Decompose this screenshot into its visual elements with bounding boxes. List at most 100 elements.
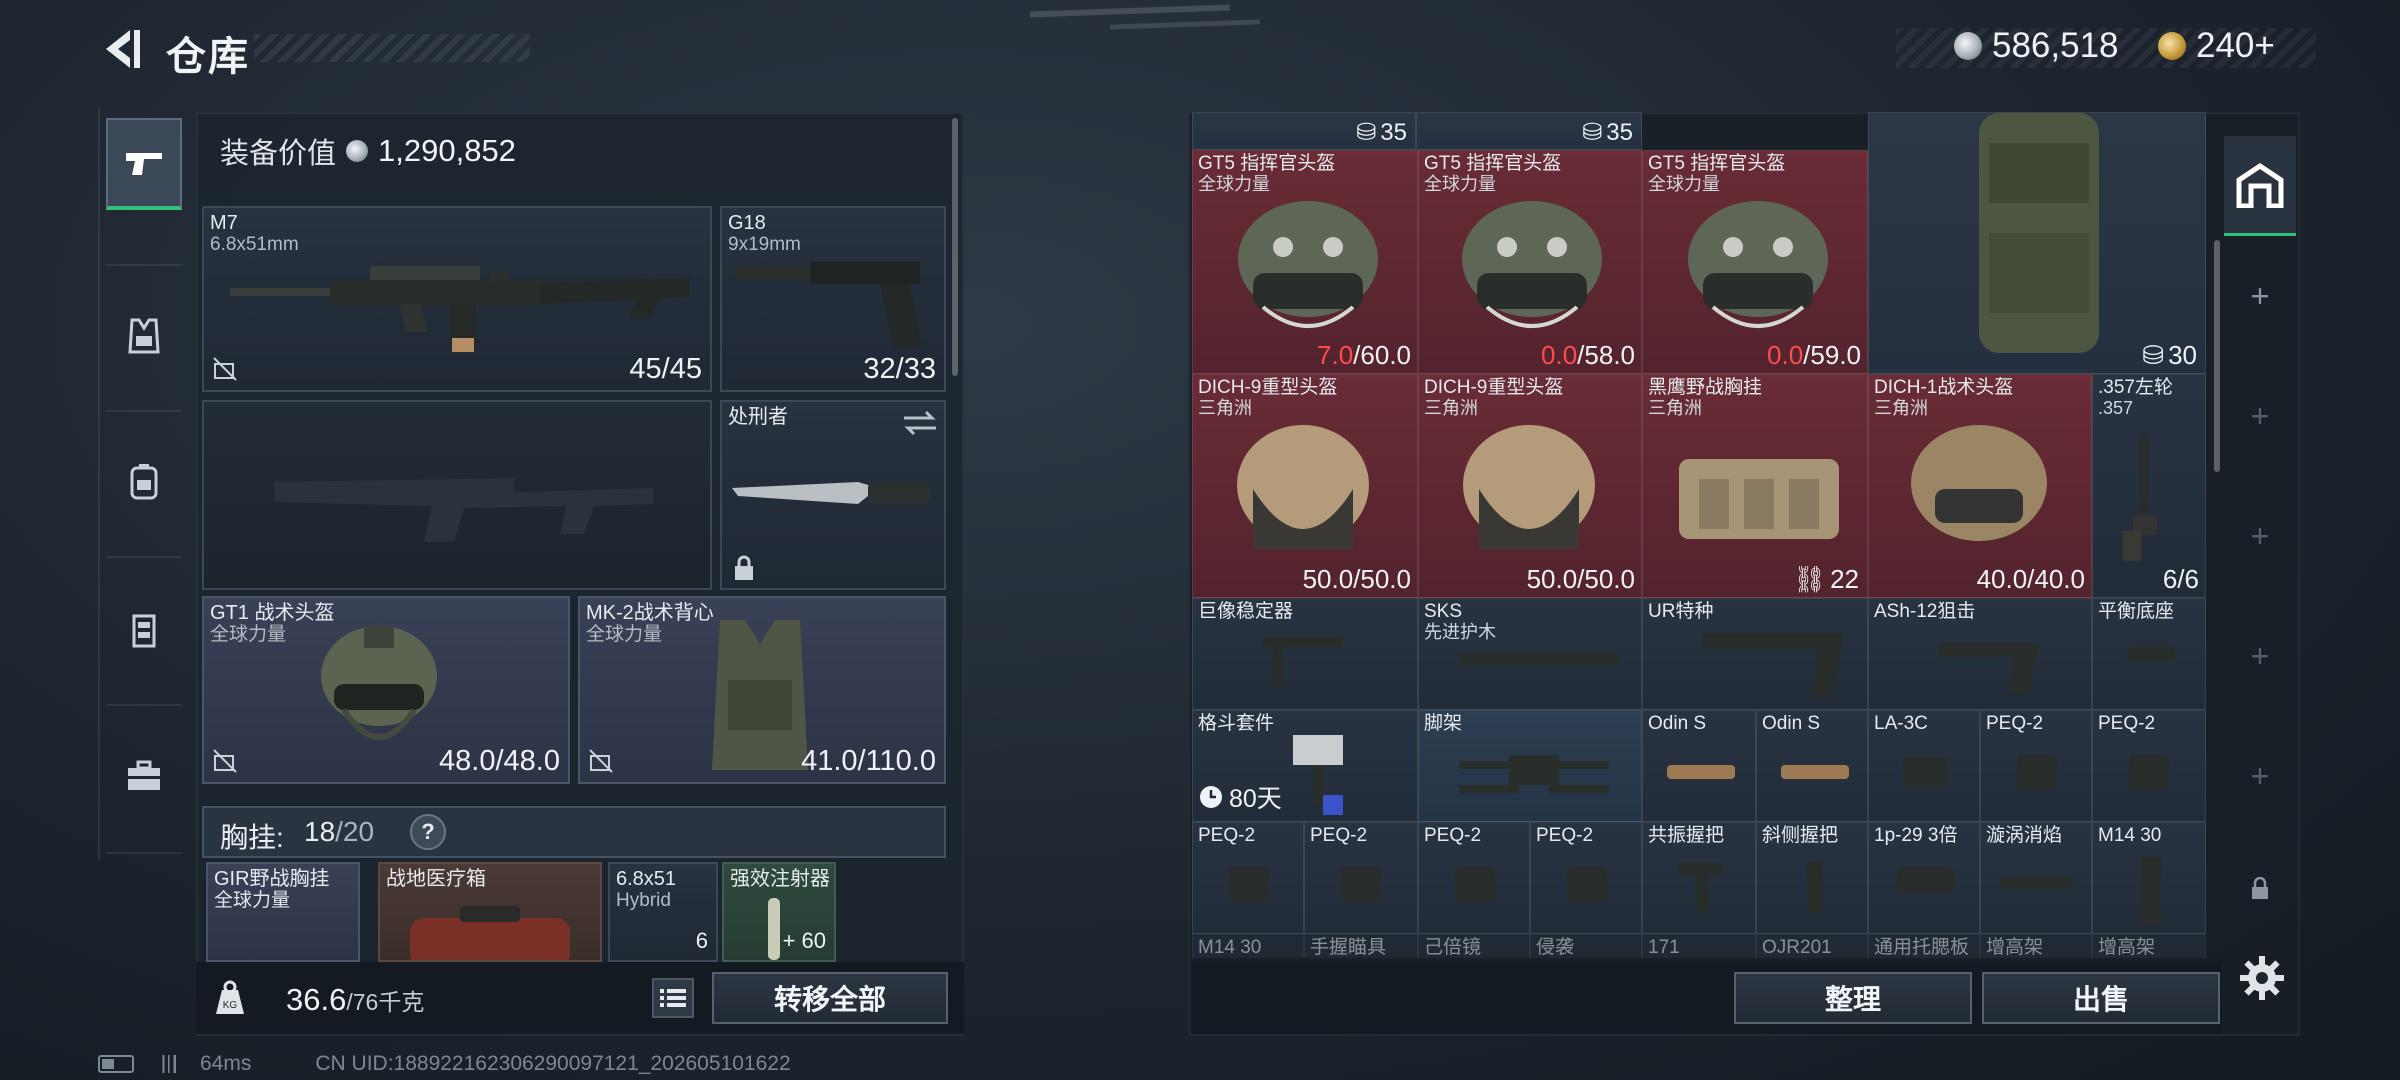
item-name: Odin S [1648,713,1707,734]
stash-item[interactable]: 171 [1642,934,1756,958]
sell-button[interactable]: 出售 [1982,972,2220,1024]
item-sub: 全球力量 [214,890,291,911]
chest-item[interactable]: 战地医疗箱 [378,862,602,962]
durability-max: /58.0 [1577,340,1635,370]
laser-image [1781,765,1849,779]
helmet-slot[interactable]: GT1 战术头盔 全球力量 48.0/48.0 [202,596,570,784]
weight-small-icon: ⛁ [1356,119,1377,146]
stash-item[interactable]: Odin S [1642,710,1756,822]
stash-item[interactable]: 巨像稳定器 [1192,598,1418,710]
chest-item[interactable]: 6.8x51 Hybrid 6 [608,862,718,962]
stash-item[interactable]: UR特种 [1642,598,1868,710]
stash-item-helmet[interactable]: GT5 指挥官头盔 全球力量 7.0/60.0 [1192,150,1418,374]
stash-item[interactable]: Odin S [1756,710,1868,822]
stash-item[interactable]: 侵袭 [1530,934,1642,958]
stash-item-helmet[interactable]: DICH-1战术头盔 三角洲 40.0/40.0 [1868,374,2092,598]
stash-item[interactable]: 斜侧握把 [1756,822,1868,934]
swap-icon[interactable] [902,410,938,436]
weapon-ammo: 32/33 [863,353,936,385]
tab-add-container[interactable]: + [2224,746,2296,806]
stash-item[interactable]: PEQ-2 [1980,710,2092,822]
stash-item-backpack[interactable]: ⛁ 30 [1868,112,2206,374]
stash-scrollbar[interactable] [2214,240,2220,472]
item-capacity: ⛓ 22 [1793,564,1859,595]
stash-item[interactable]: ASh-12狙击 [1868,598,2092,710]
stash-item[interactable]: M14 30 [1192,934,1304,958]
stash-item[interactable]: ⛁ 35 [1192,112,1416,150]
timer-value: 80天 [1229,785,1282,813]
kit-image [1293,735,1343,815]
primary-weapon-slot[interactable]: M7 6.8x51mm 45/45 [202,206,712,392]
rail-tab-case[interactable] [106,730,182,822]
stash-item[interactable]: PEQ-2 [1192,822,1304,934]
stash-item[interactable]: 脚架 [1418,710,1642,822]
empty-weapon-slot[interactable] [202,400,712,590]
stash-item[interactable]: PEQ-2 [1304,822,1418,934]
stash-item[interactable]: ⛁ 35 [1416,112,1642,150]
laser-image [1229,867,1269,901]
handguard-image [1459,653,1619,665]
stash-item[interactable]: 通用托腮板 [1868,934,1980,958]
tab-add-container[interactable]: + [2224,386,2296,446]
chest-item[interactable]: 强效注射器 + 60 [722,862,836,962]
helmet-image [1911,425,2047,541]
armor-slot[interactable]: MK-2战术背心 全球力量 41.0/110.0 [578,596,946,784]
back-arrow-icon[interactable] [96,24,146,74]
stash-item[interactable]: LA-3C [1868,710,1980,822]
secondary-weapon-slot[interactable]: G18 9x19mm 32/33 [720,206,946,392]
stash-item[interactable]: 平衡底座 [2092,598,2206,710]
help-button[interactable]: ? [410,814,446,850]
stash-item[interactable]: 增高架 [1980,934,2092,958]
sort-button[interactable]: 整理 [1734,972,1972,1024]
stash-item[interactable]: PEQ-2 [1418,822,1530,934]
item-durability: 0.0/59.0 [1767,340,1861,371]
stash-item-helmet[interactable]: GT5 指挥官头盔 全球力量 0.0/58.0 [1418,150,1642,374]
stash-item[interactable]: 共振握把 [1642,822,1756,934]
settings-gear-icon[interactable] [2238,954,2286,1002]
transfer-all-button[interactable]: 转移全部 [712,972,948,1024]
tab-stash-main[interactable] [2224,136,2296,236]
no-insure-icon [213,749,237,773]
capacity-value: 30 [2168,340,2197,370]
tab-add-container[interactable]: + [2224,506,2296,566]
rail-tab-weapons[interactable] [106,118,182,210]
item-name: DICH-9重型头盔 [1424,377,1564,398]
uid-readout: CN UID:1889221623062900971​21_2026051016… [315,1052,791,1075]
revolver-image [2123,435,2157,561]
rail-tab-chest-rig[interactable] [106,584,182,676]
item-sub: 三角洲 [1874,398,1928,418]
rail-tab-backpack[interactable] [106,436,182,528]
stash-item-helmet[interactable]: DICH-9重型头盔 三角洲 50.0/50.0 [1192,374,1418,598]
item-name: LA-3C [1874,713,1928,734]
stash-item[interactable]: SKS 先进护木 [1418,598,1642,710]
melee-slot[interactable]: 处刑者 [720,400,946,590]
loadout-scrollbar[interactable] [952,118,958,376]
item-name: M14 30 [2098,825,2162,846]
stash-item[interactable]: OJR201 [1756,934,1868,958]
currency-gold[interactable]: 240+ [2158,26,2275,66]
item-name: 171 [1648,937,1680,958]
stash-item[interactable]: 己倍镜 [1418,934,1530,958]
bipod-image [1459,755,1609,793]
stash-item-weapon[interactable]: .357左轮 .357 6/6 [2092,374,2206,598]
item-name: PEQ-2 [1986,713,2044,734]
item-durability: 50.0/50.0 [1526,564,1635,594]
stash-item[interactable]: 增高架 [2092,934,2206,958]
stash-item[interactable]: 格斗套件 80天 [1192,710,1418,822]
stash-item[interactable]: 1p-29 3倍 [1868,822,1980,934]
stash-item[interactable]: 手握瞄具 [1304,934,1418,958]
stash-item[interactable]: 漩涡消焰 [1980,822,2092,934]
stash-item[interactable]: PEQ-2 [2092,710,2206,822]
backpack-icon [130,464,158,500]
list-view-button[interactable] [652,978,694,1018]
chest-item[interactable]: GIR野战胸挂 全球力量 [206,862,360,962]
tab-add-container[interactable]: + [2224,626,2296,686]
stash-item-chest-rig[interactable]: 黑鹰野战胸挂 三角洲 ⛓ 22 [1642,374,1868,598]
stash-item-helmet[interactable]: DICH-9重型头盔 三角洲 50.0/50.0 [1418,374,1642,598]
stash-item[interactable]: M14 30 [2092,822,2206,934]
rail-tab-armor[interactable] [106,290,182,382]
stash-item[interactable]: PEQ-2 [1530,822,1642,934]
tab-locked[interactable] [2224,864,2296,914]
stash-item-helmet[interactable]: GT5 指挥官头盔 全球力量 0.0/59.0 [1642,150,1868,374]
tab-add-container[interactable]: + [2224,266,2296,326]
